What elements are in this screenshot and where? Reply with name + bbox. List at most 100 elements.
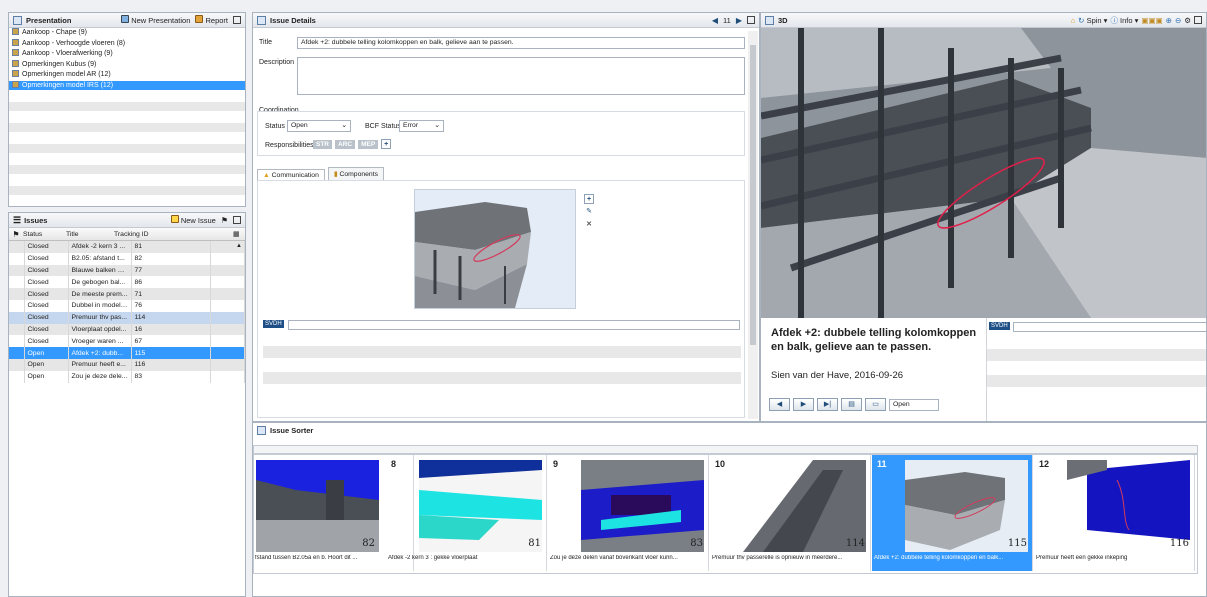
chip-str[interactable]: STR	[313, 139, 332, 149]
presentation-mode-button[interactable]: ▭	[865, 398, 886, 411]
sorter-item-selected[interactable]: 11 115 Afdek +2: dubbele telling kolomko…	[872, 455, 1033, 571]
sorter-item-number: 8	[391, 459, 397, 469]
thumbnail-svg	[256, 460, 379, 552]
maximize-icon[interactable]	[233, 16, 241, 24]
scrollbar-up-icon[interactable]: ▲	[236, 243, 242, 249]
cell-status: Closed	[24, 311, 69, 324]
sorter-item-caption: Zou je deze delen vanaf bovenkant vloer …	[550, 555, 678, 561]
empty-row	[9, 122, 245, 133]
caption-title: Afdek +2: dubbele telling kolomkoppen en…	[771, 327, 977, 353]
sorter-item-caption: Afdek -2 kern 3 : gekke vloerplaat	[388, 555, 478, 561]
table-row[interactable]: Closed Premuur thv pas... 114	[9, 311, 245, 324]
cell-id: 114	[131, 311, 211, 324]
edit-snapshot-icon[interactable]: ✎	[584, 207, 594, 217]
report-icon	[195, 15, 204, 23]
cell-id: 67	[131, 335, 211, 348]
settings-icon[interactable]: ⚙	[1184, 16, 1191, 25]
issues-column-header: ⚑ Status Title Tracking ID ▦	[9, 228, 245, 241]
title-input[interactable]: Afdek +2: dubbele telling kolomkoppen en…	[297, 37, 745, 49]
3d-viewport[interactable]	[761, 28, 1206, 318]
add-responsibility-icon[interactable]: +	[381, 139, 392, 149]
presentation-item-icon	[12, 38, 19, 46]
chip-arc[interactable]: ARC	[335, 139, 356, 149]
home-icon[interactable]: ⌂	[1071, 16, 1076, 25]
cell-title: De meeste prem...	[68, 288, 132, 300]
table-row-selected[interactable]: Open Afdek +2: dubb... 115	[9, 347, 245, 359]
maximize-icon[interactable]	[1194, 16, 1202, 24]
list-view-button[interactable]: ▤	[841, 398, 862, 411]
table-row[interactable]: Closed Vloerplaat opdel... 16	[9, 323, 245, 336]
presentation-item[interactable]: Aankoop - Vloerafwerking (9)	[9, 49, 245, 60]
play-button[interactable]: ▶	[793, 398, 814, 411]
zoom-in-icon[interactable]: ⊕	[1166, 16, 1172, 25]
column-tracking-id[interactable]: Tracking ID	[114, 231, 204, 238]
snapshot-image[interactable]	[414, 189, 576, 309]
presentation-item[interactable]: Aankoop - Chape (9)	[9, 28, 245, 39]
status-select[interactable]: Open ⌄	[287, 120, 351, 132]
title-label: Title	[259, 39, 272, 46]
flag-icon[interactable]: ⚑	[221, 216, 228, 225]
previous-button[interactable]: ◀	[769, 398, 790, 411]
zoom-out-icon[interactable]: ⊖	[1175, 16, 1181, 25]
cell-id: 115	[131, 347, 211, 359]
chip-mep[interactable]: MEP	[358, 139, 379, 149]
cell-status: Open	[24, 370, 69, 383]
table-row[interactable]: Closed Vroeger waren ... 67	[9, 335, 245, 348]
issue-index: 11	[723, 15, 731, 25]
cell-title: Dubbel in model:...	[68, 299, 132, 312]
sorter-item[interactable]: 9 83 Zou je deze delen vanaf bovenkant v…	[548, 455, 709, 571]
add-snapshot-icon[interactable]: +	[584, 194, 594, 204]
viewer-status-field[interactable]: Open	[889, 398, 939, 411]
column-title[interactable]: Title	[66, 231, 114, 238]
sorter-item[interactable]: 8 81 Afdek -2 kern 3 : gekke vloerplaat	[386, 455, 547, 571]
presentation-item[interactable]: Aankoop - Verhoogde vloeren (8)	[9, 38, 245, 49]
thumbnail-image	[581, 460, 704, 552]
maximize-icon[interactable]	[747, 16, 755, 24]
new-issue-button[interactable]: New Issue	[170, 215, 216, 225]
step-forward-button[interactable]: ▶|	[817, 398, 838, 411]
sorter-tracking-id: 116	[1169, 538, 1189, 549]
scrollbar-thumb[interactable]	[750, 45, 756, 345]
cell-title: Afdek -2 kern 3 ...	[68, 241, 132, 253]
table-row[interactable]: Closed Afdek -2 kern 3 ... 81	[9, 241, 245, 253]
table-row[interactable]: Closed Dubbel in model:... 76	[9, 299, 245, 312]
presentation-item[interactable]: Opmerkingen model AR (12)	[9, 70, 245, 81]
empty-row	[263, 372, 741, 385]
table-row[interactable]: Open Premuur heeft e... 116	[9, 358, 245, 371]
cell-status: Closed	[24, 323, 69, 336]
sorter-item[interactable]: 12 116 Premuur heeft een gekke inkeping	[1034, 455, 1195, 571]
issues-panel: ☰ Issues New Issue ⚑ ⚑ Status Title Trac…	[8, 212, 246, 597]
table-row[interactable]: Closed De meeste prem... 71	[9, 288, 245, 300]
viewer-comment-input[interactable]	[1013, 322, 1206, 332]
spin-button[interactable]: ↻ Spin ▾	[1078, 16, 1107, 25]
previous-issue-button[interactable]: ◀	[712, 16, 718, 25]
sorter-item[interactable]: 10 114 Premuur thv passerelle is opnieuw…	[710, 455, 871, 571]
table-row[interactable]: Open Zou je deze dele... 83	[9, 370, 245, 383]
cell-title: Zou je deze dele...	[68, 370, 132, 383]
delete-snapshot-icon[interactable]: ✕	[584, 220, 594, 230]
bcf-status-select[interactable]: Error ⌄	[399, 120, 444, 132]
new-presentation-button[interactable]: New Presentation	[121, 15, 190, 25]
empty-row	[9, 143, 245, 154]
info-button[interactable]: ⓘ Info ▾	[1110, 15, 1138, 26]
column-chooser-icon[interactable]: ▦	[233, 230, 245, 238]
table-row[interactable]: Closed Blauwe balken zi... 77	[9, 264, 245, 277]
table-row[interactable]: Closed De gebogen bal... 86	[9, 276, 245, 289]
view-cube-icon[interactable]: ▣▣▣	[1141, 16, 1162, 25]
report-button[interactable]: Report	[195, 15, 228, 25]
comment-input[interactable]	[288, 320, 740, 330]
presentation-item-selected[interactable]: Opmerkingen model IRS (12)	[9, 80, 245, 91]
empty-row	[9, 91, 245, 102]
next-issue-button[interactable]: ▶	[736, 16, 742, 25]
issue-sorter-header: Issue Sorter	[253, 423, 1206, 438]
maximize-icon[interactable]	[233, 216, 241, 224]
tab-components[interactable]: ▮ Components	[327, 167, 384, 180]
communication-content: + ✎ ✕ SVDH	[257, 180, 745, 418]
spin-icon: ↻	[1078, 15, 1085, 25]
components-icon: ▮	[333, 171, 338, 178]
description-input[interactable]	[297, 57, 745, 95]
presentation-item[interactable]: Opmerkingen Kubus (9)	[9, 59, 245, 70]
table-row[interactable]: Closed B2.05: afstand t... 82	[9, 252, 245, 265]
column-status[interactable]: Status	[23, 231, 66, 238]
vertical-scrollbar[interactable]	[748, 31, 758, 419]
